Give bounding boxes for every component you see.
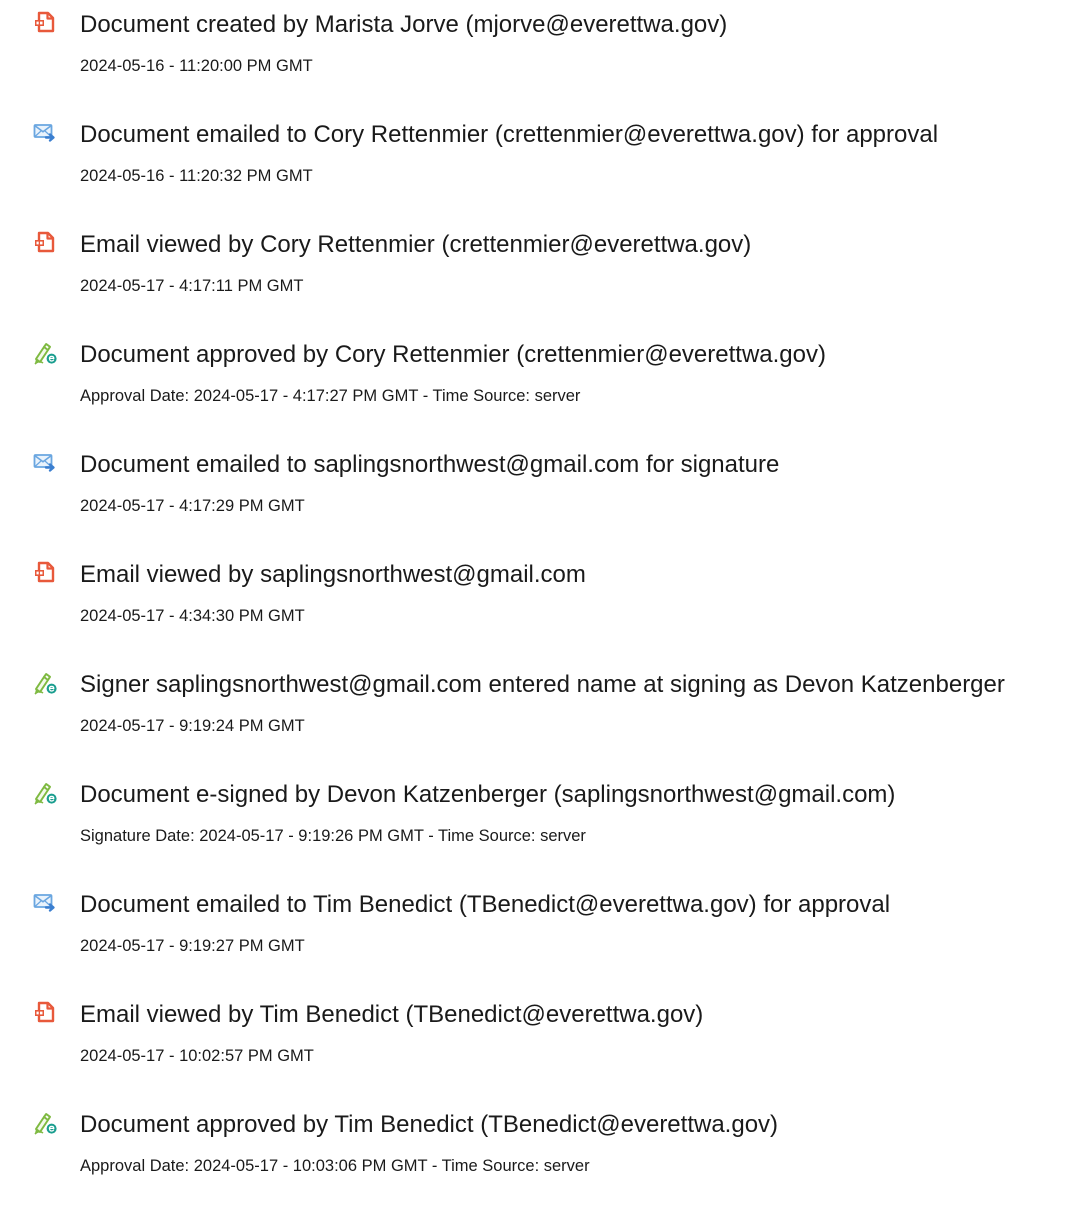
- email-sent-icon: [33, 451, 57, 475]
- email-sent-icon: [33, 891, 57, 915]
- event-timestamp: 2024-05-16 - 11:20:32 PM GMT: [80, 167, 313, 185]
- event-title: Document approved by Tim Benedict (TBene…: [80, 1111, 779, 1138]
- document-icon: [33, 11, 57, 35]
- event-title: Document emailed to saplingsnorthwest@gm…: [80, 451, 780, 478]
- document-icon: [33, 561, 57, 585]
- event-title: Email viewed by saplingsnorthwest@gmail.…: [80, 561, 586, 588]
- signature-icon: [33, 341, 57, 365]
- event-timestamp: 2024-05-17 - 4:17:11 PM GMT: [80, 277, 304, 295]
- event-title: Email viewed by Cory Rettenmier (cretten…: [80, 231, 752, 258]
- document-icon: [33, 231, 57, 255]
- signature-icon: [33, 1111, 57, 1135]
- event-title: Document e-signed by Devon Katzenberger …: [80, 781, 896, 808]
- event-title: Email viewed by Tim Benedict (TBenedict@…: [80, 1001, 704, 1028]
- signature-icon: [33, 781, 57, 805]
- event-timestamp: 2024-05-17 - 4:17:29 PM GMT: [80, 497, 305, 515]
- event-title: Document approved by Cory Rettenmier (cr…: [80, 341, 826, 368]
- event-timestamp: 2024-05-16 - 11:20:00 PM GMT: [80, 57, 313, 75]
- event-approval-date: Approval Date: 2024-05-17 - 10:03:06 PM …: [80, 1157, 590, 1175]
- event-title: Document created by Marista Jorve (mjorv…: [80, 11, 728, 38]
- signature-icon: [33, 671, 57, 695]
- event-title: Document emailed to Cory Rettenmier (cre…: [80, 121, 939, 148]
- event-timestamp: 2024-05-17 - 9:19:27 PM GMT: [80, 937, 305, 955]
- email-sent-icon: [33, 121, 57, 145]
- event-timestamp: 2024-05-17 - 10:02:57 PM GMT: [80, 1047, 314, 1065]
- event-title: Document emailed to Tim Benedict (TBened…: [80, 891, 891, 918]
- event-signature-date: Signature Date: 2024-05-17 - 9:19:26 PM …: [80, 827, 586, 845]
- event-timestamp: 2024-05-17 - 4:34:30 PM GMT: [80, 607, 305, 625]
- document-icon: [33, 1001, 57, 1025]
- event-approval-date: Approval Date: 2024-05-17 - 4:17:27 PM G…: [80, 387, 581, 405]
- event-timestamp: 2024-05-17 - 9:19:24 PM GMT: [80, 717, 305, 735]
- event-title: Signer saplingsnorthwest@gmail.com enter…: [80, 671, 1005, 698]
